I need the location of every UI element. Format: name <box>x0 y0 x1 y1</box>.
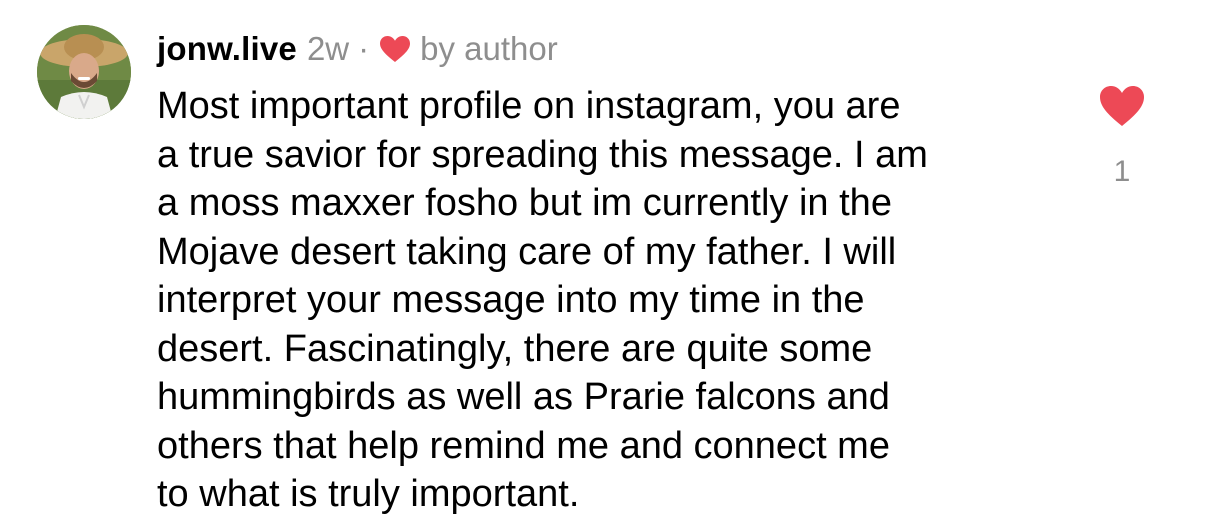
comment-text: Most important profile on instagram, you… <box>157 82 1057 519</box>
comment-text-line: others that help remind me and connect m… <box>157 424 890 467</box>
like-count[interactable]: 1 <box>1098 155 1146 189</box>
comment-text-line: a moss maxxer fosho but im currently in … <box>157 182 892 224</box>
like-button[interactable] <box>1098 84 1146 128</box>
heart-icon <box>379 35 411 63</box>
comment-text-line: hummingbirds as well as Prarie falcons a… <box>157 376 890 418</box>
comment-text-line: Most important profile on instagram, you… <box>157 85 901 127</box>
username-link[interactable]: jonw.live <box>157 30 297 68</box>
comment-text-line: to what is truly important. <box>157 473 580 515</box>
comment: jonw.live 2w · by author Most important … <box>0 0 1206 520</box>
comment-text-line: interpret your message into my time in t… <box>157 279 865 321</box>
timestamp[interactable]: 2w <box>307 30 349 68</box>
avatar-photo <box>37 25 131 119</box>
comment-text-line: a true savior for spreading this message… <box>157 133 928 176</box>
comment-text-line: Mojave desert taking care of my father. … <box>157 230 897 273</box>
liked-by-author-label: by author <box>420 30 558 67</box>
avatar[interactable] <box>37 25 131 119</box>
heart-icon <box>1100 86 1144 126</box>
comment-header: jonw.live 2w · by author <box>157 27 558 71</box>
separator-dot: · <box>358 30 370 67</box>
comment-text-line: desert. Fascinatingly, there are quite s… <box>157 327 873 370</box>
